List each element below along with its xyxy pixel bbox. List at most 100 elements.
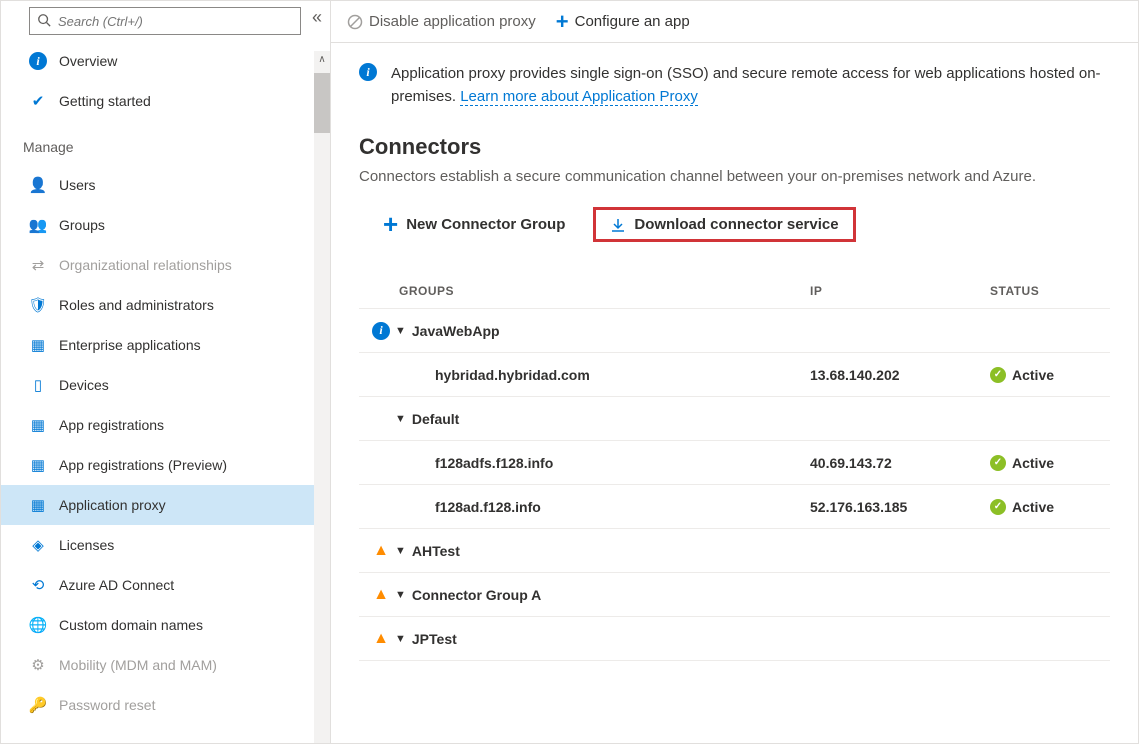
nav-app-registrations-preview[interactable]: ▦ App registrations (Preview) <box>1 445 330 485</box>
section-title: Connectors <box>359 134 1110 160</box>
table-header: GROUPS IP STATUS <box>359 274 1110 309</box>
rocket-icon: ✔ <box>29 92 47 110</box>
group-name: JPTest <box>412 631 457 647</box>
status-active-icon: ✓ <box>990 499 1006 515</box>
nav-enterprise-apps[interactable]: ▦ Enterprise applications <box>1 325 330 365</box>
toolbar-label: Disable application proxy <box>369 13 536 30</box>
nav-application-proxy[interactable]: ▦Application proxy <box>1 485 330 525</box>
group-name: Connector Group A <box>412 587 541 603</box>
license-icon: ◈ <box>29 536 47 554</box>
configure-app-button[interactable]: + Configure an app <box>556 9 690 35</box>
user-icon: 👤 <box>29 176 47 194</box>
nav-app-registrations[interactable]: ▦App registrations <box>1 405 330 445</box>
nav-label: Mobility (MDM and MAM) <box>59 657 217 673</box>
plus-icon: + <box>383 215 398 233</box>
disable-icon <box>347 14 363 30</box>
header-ip: IP <box>810 284 990 298</box>
warning-icon: ▲ <box>373 586 389 604</box>
connector-row[interactable]: f128ad.f128.info 52.176.163.185✓ Active <box>359 485 1110 529</box>
group-row[interactable]: ▲▼AHTest <box>359 529 1110 573</box>
info-icon: i <box>29 52 47 70</box>
connector-name: f128ad.f128.info <box>395 499 541 515</box>
nav-overview[interactable]: i Overview <box>1 41 330 81</box>
learn-more-link[interactable]: Learn more about Application Proxy <box>460 88 698 106</box>
warning-icon: ▲ <box>373 630 389 648</box>
nav-label: Organizational relationships <box>59 257 232 273</box>
nav-label: Groups <box>59 217 105 233</box>
connector-name: f128adfs.f128.info <box>395 455 553 471</box>
key-icon: 🔑 <box>29 696 47 714</box>
appreg-preview-icon: ▦ <box>29 456 47 474</box>
nav-label: Licenses <box>59 537 114 553</box>
nav-azure-ad-connect[interactable]: ⟲ Azure AD Connect <box>1 565 330 605</box>
collapse-sidebar-icon[interactable]: « <box>312 7 322 28</box>
nav-groups[interactable]: 👥 Groups <box>1 205 330 245</box>
mobility-icon: ⚙ <box>29 656 47 674</box>
nav-label: Roles and administrators <box>59 297 214 313</box>
toolbar: Disable application proxy + Configure an… <box>331 1 1138 43</box>
nav-org-relationships[interactable]: ⇄ Organizational relationships <box>1 245 330 285</box>
connector-ip: 40.69.143.72 <box>810 455 990 471</box>
group-row[interactable]: ▼Default <box>359 397 1110 441</box>
nav-custom-domains[interactable]: 🌐 Custom domain names <box>1 605 330 645</box>
group-name: JavaWebApp <box>412 323 500 339</box>
nav-mobility[interactable]: ⚙ Mobility (MDM and MAM) <box>1 645 330 685</box>
download-icon <box>610 217 626 233</box>
connectors-table: GROUPS IP STATUS i ▼ JavaWebApp hybridad.hy… <box>359 274 1110 661</box>
sidebar: « i Overview ✔ Getting started Manage 👤U… <box>1 1 331 743</box>
caret-down-icon: ▼ <box>395 633 406 645</box>
org-icon: ⇄ <box>29 256 47 274</box>
info-banner: i Application proxy provides single sign… <box>359 63 1110 108</box>
appreg-icon: ▦ <box>29 416 47 434</box>
connector-row[interactable]: hybridad.hybridad.com 13.68.140.202✓ Activ… <box>359 353 1110 397</box>
group-row[interactable]: ▲ ▼ JPTest <box>359 617 1110 661</box>
roles-icon: 🛡 <box>29 296 47 314</box>
caret-down-icon: ▼ <box>395 325 406 337</box>
nav-licenses[interactable]: ◈ Licenses <box>1 525 330 565</box>
nav-list: i Overview ✔ Getting started Manage 👤Use… <box>1 41 330 743</box>
nav-label: Devices <box>59 377 109 393</box>
apps-icon: ▦ <box>29 336 47 354</box>
nav-label: Azure AD Connect <box>59 577 174 593</box>
connector-row[interactable]: f128adfs.f128.info40.69.143.72✓Active <box>359 441 1110 485</box>
group-row[interactable]: i ▼ JavaWebApp <box>359 309 1110 353</box>
new-connector-group-button[interactable]: + New Connector Group <box>369 207 579 242</box>
status-text: Active <box>1012 367 1054 383</box>
info-icon: i <box>372 322 390 340</box>
search-input[interactable] <box>29 7 301 35</box>
download-connector-button[interactable]: Download connector service <box>593 207 855 242</box>
scroll-up-icon[interactable]: ∧ <box>314 51 330 67</box>
domain-icon: 🌐 <box>29 616 47 634</box>
scrollbar-thumb[interactable] <box>314 73 330 133</box>
warning-icon: ▲ <box>373 542 389 560</box>
status-active-icon: ✓ <box>990 367 1006 383</box>
sidebar-scrollbar[interactable]: ∧ <box>314 51 330 743</box>
nav-users[interactable]: 👤 Users <box>1 165 330 205</box>
nav-devices[interactable]: ▯ Devices <box>1 365 330 405</box>
header-status: STATUS <box>990 284 1110 298</box>
caret-down-icon: ▼ <box>395 545 406 557</box>
header-groups: GROUPS <box>399 284 810 298</box>
nav-getting-started[interactable]: ✔ Getting started <box>1 81 330 121</box>
nav-label: App registrations (Preview) <box>59 457 227 473</box>
nav-label: Overview <box>59 53 117 69</box>
nav-label: Custom domain names <box>59 617 203 633</box>
nav-label: Application proxy <box>59 497 166 513</box>
caret-down-icon: ▼ <box>395 589 406 601</box>
nav-roles[interactable]: 🛡 Roles and administrators <box>1 285 330 325</box>
connector-name: hybridad.hybridad.com <box>395 367 590 383</box>
connect-icon: ⟲ <box>29 576 47 594</box>
status-text: Active <box>1012 499 1054 515</box>
main-content: Disable application proxy + Configure an… <box>331 1 1138 743</box>
nav-label: Users <box>59 177 96 193</box>
nav-label: Enterprise applications <box>59 337 201 353</box>
connector-ip: 13.68.140.202 <box>810 367 990 383</box>
section-subtitle: Connectors establish a secure communicat… <box>359 168 1110 185</box>
disable-proxy-button[interactable]: Disable application proxy <box>347 13 536 30</box>
group-name: Default <box>412 411 459 427</box>
connector-ip: 52.176.163.185 <box>810 499 990 515</box>
nav-password-reset[interactable]: 🔑Password reset <box>1 685 330 725</box>
group-row[interactable]: ▲ ▼ Connector Group A <box>359 573 1110 617</box>
groups-icon: 👥 <box>29 216 47 234</box>
device-icon: ▯ <box>29 376 47 394</box>
